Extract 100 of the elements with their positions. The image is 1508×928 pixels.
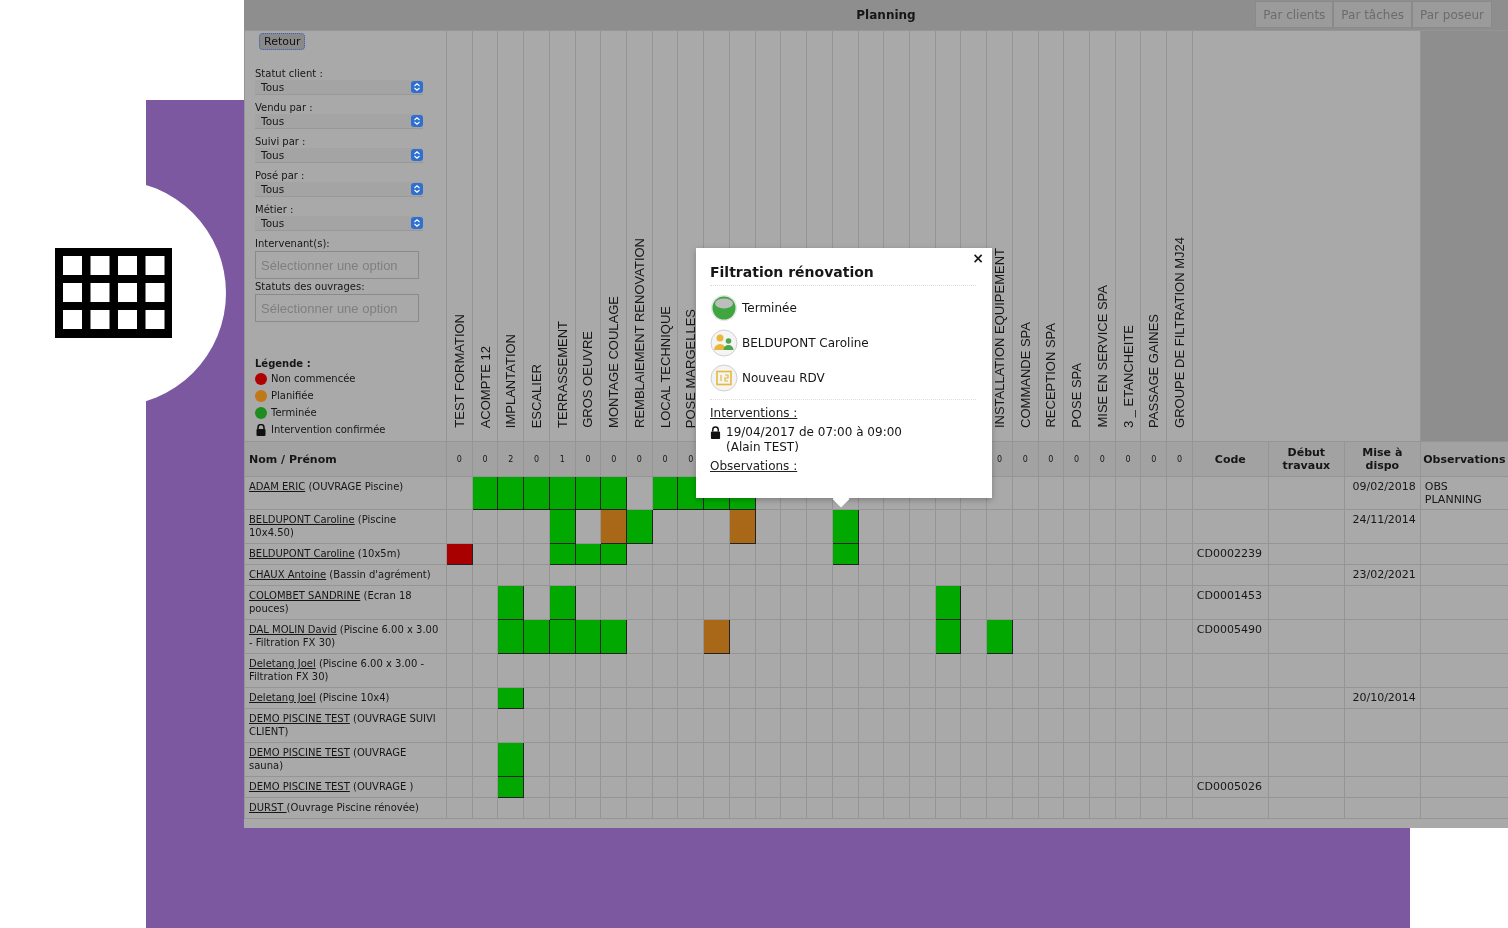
filter-label: Statuts des ouvrages:: [255, 280, 366, 293]
intervention-person: (Alain TEST): [726, 440, 800, 455]
client-label: DURST (Ouvrage Piscine rénovée): [249, 802, 419, 813]
task-count: 0: [1022, 454, 1028, 464]
column-header: TEST FORMATION: [451, 314, 467, 428]
task-count: 0: [636, 454, 642, 464]
interventions-link[interactable]: Interventions :: [710, 406, 798, 420]
select-field[interactable]: Tous: [255, 216, 423, 231]
client-link[interactable]: Deletang Joel: [249, 692, 316, 703]
column-header: Début travaux: [1282, 446, 1331, 472]
column-header: Code: [1214, 452, 1246, 466]
column-header: MISE EN SERVICE SPA: [1094, 285, 1110, 428]
task-count: 0: [482, 454, 488, 464]
select-field[interactable]: Tous: [255, 182, 423, 197]
code-cell: CD0005490: [1196, 623, 1262, 636]
close-button[interactable]: ×: [972, 250, 984, 266]
stepper-icon: [411, 149, 423, 161]
task-count: 0: [1176, 454, 1183, 464]
client-link[interactable]: DURST: [249, 802, 287, 813]
filter-label: Vendu par :: [255, 101, 314, 114]
lock-icon: [255, 423, 267, 436]
column-header: Nom / Prénom: [249, 452, 337, 466]
column-header: Mise à dispo: [1362, 446, 1403, 472]
task-count: 0: [688, 454, 694, 464]
observations-text: OBS PLANNING: [1424, 480, 1482, 506]
task-count: 0: [1048, 454, 1054, 464]
client-link[interactable]: ADAM ERIC: [249, 481, 306, 492]
client-label: BELDUPONT Caroline (10x5m): [249, 548, 401, 559]
stepper-icon: [411, 115, 423, 127]
calendar-icon: [710, 364, 738, 392]
column-header: GROUPE DE FILTRATION MJ24: [1172, 237, 1187, 428]
task-count: 1: [559, 454, 565, 464]
task-count: 0: [996, 454, 1002, 464]
column-header: GROS OEUVRE: [580, 331, 596, 428]
availability-date: 24/11/2014: [1352, 513, 1416, 526]
task-count: 0: [1125, 454, 1131, 464]
task-count: 2: [508, 454, 514, 464]
filter-label: Intervenant(s):: [255, 237, 331, 250]
select-field[interactable]: Tous: [255, 114, 423, 129]
task-count: 0: [533, 454, 540, 464]
task-count: 0: [1074, 454, 1080, 464]
client-label: ADAM ERIC (OUVRAGE Piscine): [249, 481, 404, 492]
column-header: Observations: [1423, 452, 1506, 466]
popup-item-label: BELDUPONT Caroline: [742, 336, 869, 350]
client-link[interactable]: DEMO PISCINE TEST: [249, 747, 350, 758]
client-link[interactable]: BELDUPONT Caroline: [249, 514, 355, 525]
popup-item-label: Nouveau RDV: [742, 371, 825, 385]
people-icon: [710, 329, 738, 357]
select-field[interactable]: Tous: [255, 148, 423, 163]
grid-icon: [54, 248, 172, 338]
column-header: INSTALLATION EQUIPEMENT: [991, 247, 1007, 428]
legend-label: Non commencée: [271, 373, 356, 384]
popup-item-label: Terminée: [742, 301, 797, 315]
task-count: 0: [1151, 454, 1157, 464]
client-label: COLOMBET SANDRINE (Ecran 18 pouces): [249, 590, 412, 614]
client-label: BELDUPONT Caroline (Piscine 10x4.50): [249, 514, 397, 538]
back-button[interactable]: Retour: [259, 33, 306, 50]
task-count: 0: [662, 454, 668, 464]
client-link[interactable]: DAL MOLIN David: [249, 624, 337, 635]
client-link[interactable]: BELDUPONT Caroline: [249, 548, 355, 559]
client-link[interactable]: Deletang Joel: [249, 658, 316, 669]
column-header: TERRASSEMENT: [554, 321, 570, 428]
client-label: CHAUX Antoine (Bassin d'agrément): [249, 569, 431, 580]
code-cell: CD0005026: [1196, 780, 1262, 793]
filter-label: Posé par :: [255, 169, 306, 182]
task-count: 0: [611, 454, 617, 464]
client-link[interactable]: DEMO PISCINE TEST: [249, 781, 350, 792]
client-label: DEMO PISCINE TEST (OUVRAGE ): [249, 781, 414, 792]
availability-date: 09/02/2018: [1352, 480, 1416, 493]
column-header: MONTAGE COULAGE: [606, 296, 622, 428]
legend-label: Terminée: [271, 407, 317, 418]
popup-title: Filtration rénovation: [710, 264, 976, 286]
client-label: DAL MOLIN David (Piscine 6.00 x 3.00 - Filtration FX 30): [249, 624, 439, 648]
stepper-icon: [411, 183, 423, 195]
column-header: PASSAGE GAINES: [1146, 314, 1162, 428]
availability-date: 23/02/2021: [1352, 568, 1416, 581]
window-title: Planning: [856, 8, 916, 22]
column-header: COMMANDE SPA: [1017, 322, 1033, 428]
client-label: DEMO PISCINE TEST (OUVRAGE sauna): [249, 747, 407, 771]
client-link[interactable]: CHAUX Antoine: [249, 569, 327, 580]
column-header: RECEPTION SPA: [1043, 323, 1059, 428]
column-header: ACOMPTE 12: [477, 345, 493, 428]
column-header: REMBLAIEMENT RENOVATION: [631, 238, 647, 428]
observations-link[interactable]: Observations :: [710, 459, 798, 473]
task-count: 0: [1099, 454, 1105, 464]
column-header: IMPLANTATION: [503, 333, 519, 428]
filter-label: Suivi par :: [255, 135, 307, 148]
client-link[interactable]: COLOMBET SANDRINE: [249, 590, 361, 601]
column-header: 3 _ ETANCHEITE: [1120, 324, 1136, 428]
legend-label: Planifiée: [271, 390, 314, 401]
client-label: DEMO PISCINE TEST (OUVRAGE SUIVI CLIENT): [249, 713, 436, 737]
legend-title: Légende :: [255, 357, 312, 370]
code-cell: CD0001453: [1196, 589, 1262, 602]
stepper-icon: [411, 217, 423, 229]
client-label: Deletang Joel (Piscine 6.00 x 3.00 - Filtration FX 30): [249, 658, 425, 682]
select-field[interactable]: Tous: [255, 80, 423, 95]
task-count: 0: [585, 454, 591, 464]
client-link[interactable]: DEMO PISCINE TEST: [249, 713, 350, 724]
column-header: ESCALIER: [529, 363, 544, 428]
client-label: Deletang Joel (Piscine 10x4): [249, 692, 390, 703]
